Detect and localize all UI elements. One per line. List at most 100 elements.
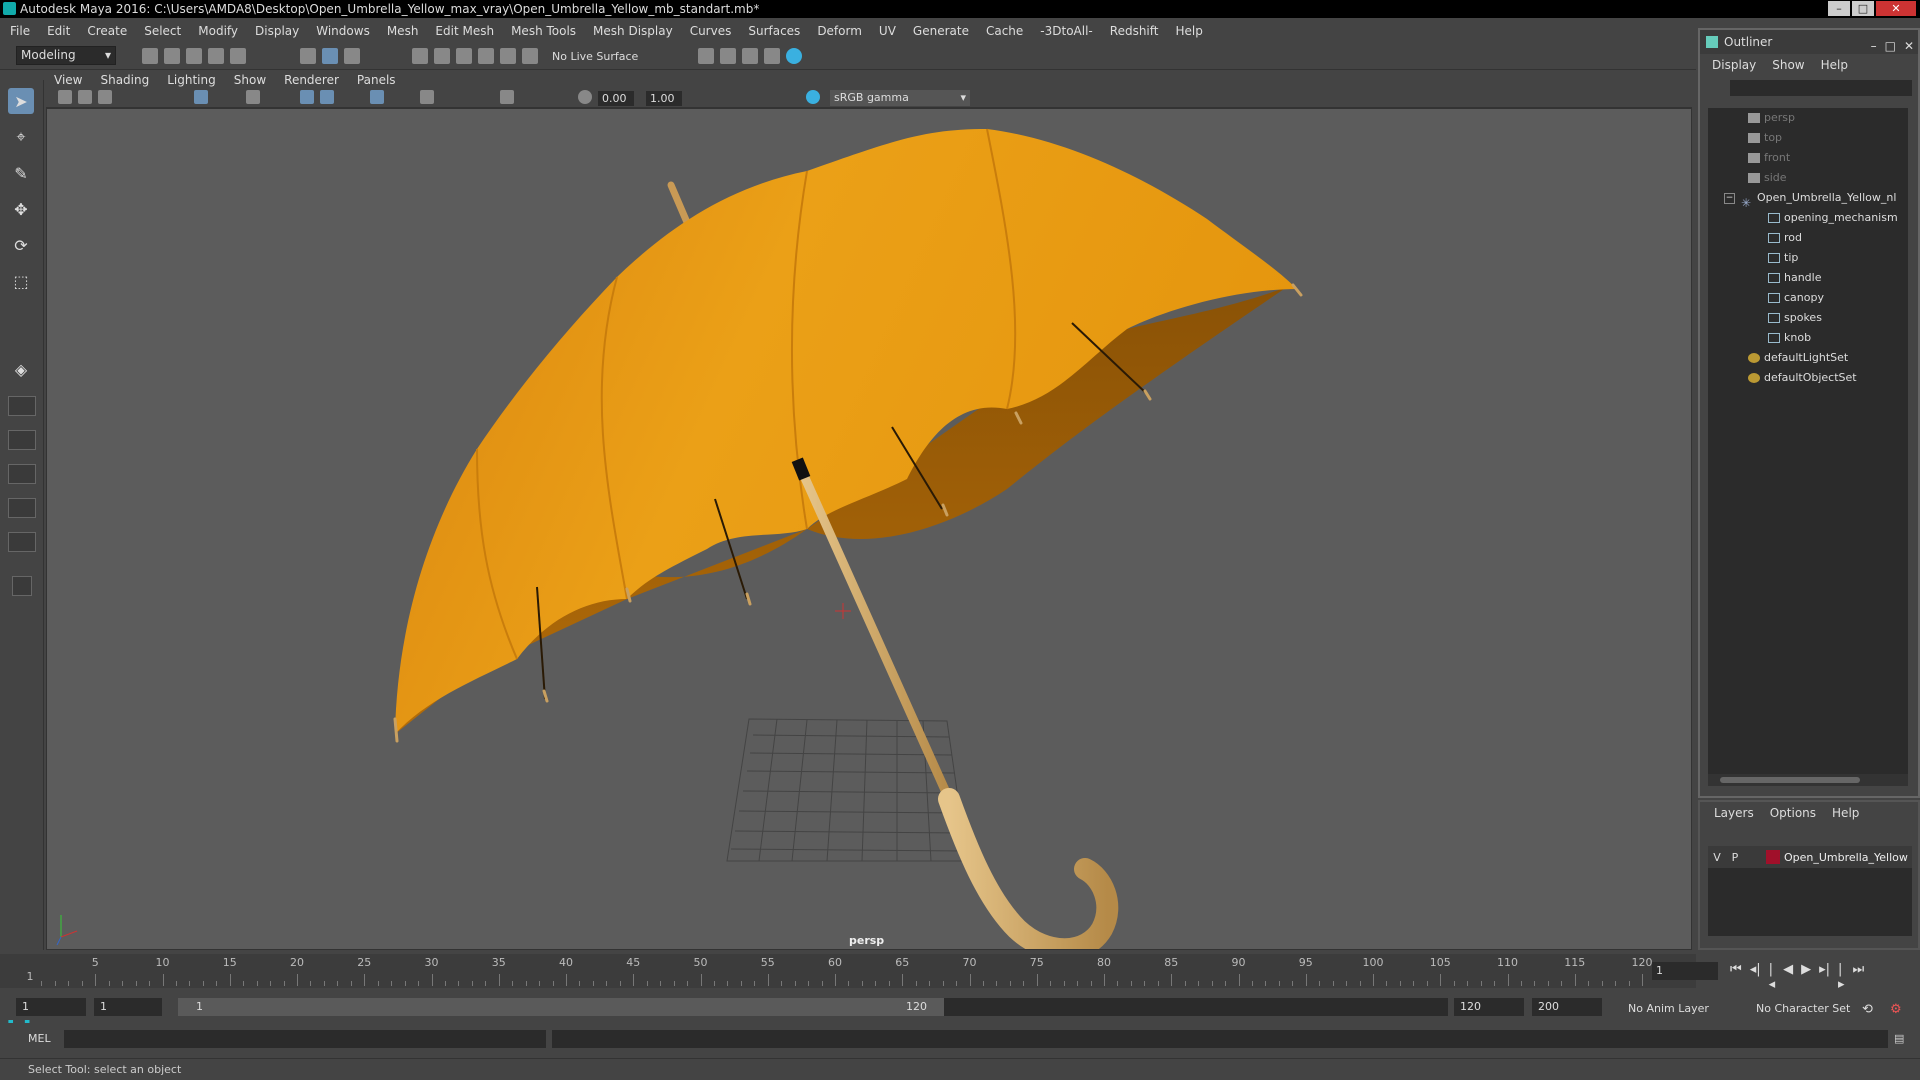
camera-attr-icon[interactable] bbox=[78, 90, 92, 104]
open-scene-icon[interactable] bbox=[164, 48, 180, 64]
step-forward-frame-icon[interactable]: ▸| bbox=[1819, 962, 1830, 992]
scale-tool-icon[interactable]: ⬚ bbox=[8, 268, 34, 294]
menu-mesh-tools[interactable]: Mesh Tools bbox=[511, 24, 576, 38]
menu-redshift[interactable]: Redshift bbox=[1110, 24, 1159, 38]
exposure-icon[interactable] bbox=[578, 90, 592, 104]
camera-select-icon[interactable] bbox=[58, 90, 72, 104]
step-back-frame-icon[interactable]: |◂ bbox=[1769, 962, 1776, 992]
range-slider-handle[interactable] bbox=[178, 998, 944, 1016]
close-icon[interactable]: ✕ bbox=[1904, 34, 1914, 58]
menu-cache[interactable]: Cache bbox=[986, 24, 1023, 38]
panel-menu-show[interactable]: Show bbox=[234, 73, 266, 87]
hypershade-icon[interactable] bbox=[764, 48, 780, 64]
script-editor-icon[interactable]: ▤ bbox=[1894, 1032, 1904, 1045]
save-scene-icon[interactable] bbox=[186, 48, 202, 64]
gamma-field[interactable]: 1.00 bbox=[646, 91, 682, 106]
move-tool-icon[interactable]: ✥ bbox=[8, 196, 34, 222]
panel-menu-panels[interactable]: Panels bbox=[357, 73, 396, 87]
maximize-icon[interactable]: □ bbox=[1852, 1, 1874, 16]
time-ruler[interactable]: 1 5 10 15 20 25 30 35 40 45 50 55 60 65 70 75 80 85 90 95 10… bbox=[27, 954, 1653, 988]
snap-curve-icon[interactable] bbox=[434, 48, 450, 64]
preferences-icon[interactable]: ⚙ bbox=[1890, 1002, 1902, 1017]
layers-menu-options[interactable]: Options bbox=[1770, 806, 1816, 820]
menu-generate[interactable]: Generate bbox=[913, 24, 969, 38]
new-scene-icon[interactable] bbox=[142, 48, 158, 64]
menu-display[interactable]: Display bbox=[255, 24, 299, 38]
step-back-key-icon[interactable]: ◂| bbox=[1750, 962, 1761, 992]
snap-magnet-icon[interactable] bbox=[522, 48, 538, 64]
menu-windows[interactable]: Windows bbox=[316, 24, 370, 38]
hypershade-layout-icon[interactable] bbox=[8, 532, 36, 552]
layer-visibility-toggle[interactable]: V bbox=[1708, 851, 1726, 864]
play-backward-icon[interactable]: ◀ bbox=[1783, 962, 1793, 992]
outliner-menu-show[interactable]: Show bbox=[1772, 58, 1804, 72]
xray-icon[interactable] bbox=[370, 90, 384, 104]
outliner-item-knob[interactable]: knob bbox=[1768, 328, 1920, 348]
playback-start-field[interactable]: 1 bbox=[94, 998, 162, 1016]
wireframe-icon[interactable] bbox=[300, 90, 314, 104]
close-icon[interactable]: ✕ bbox=[1876, 1, 1916, 16]
select-component-icon[interactable] bbox=[344, 48, 360, 64]
outliner-item-side[interactable]: side bbox=[1748, 168, 1920, 188]
resolution-gate-icon[interactable] bbox=[246, 90, 260, 104]
panel-menu-renderer[interactable]: Renderer bbox=[284, 73, 339, 87]
menu-help[interactable]: Help bbox=[1175, 24, 1202, 38]
menu-edit-mesh[interactable]: Edit Mesh bbox=[435, 24, 494, 38]
snap-point-icon[interactable] bbox=[456, 48, 472, 64]
outliner-horizontal-scrollbar[interactable] bbox=[1708, 774, 1908, 786]
minimize-icon[interactable]: – bbox=[1828, 1, 1850, 16]
layers-menu-layers[interactable]: Layers bbox=[1714, 806, 1754, 820]
outliner-menu-help[interactable]: Help bbox=[1821, 58, 1848, 72]
scrollbar-thumb[interactable] bbox=[1720, 777, 1860, 783]
outliner-item-front[interactable]: front bbox=[1748, 148, 1920, 168]
smooth-shade-icon[interactable] bbox=[320, 90, 334, 104]
outliner-item-persp[interactable]: persp bbox=[1748, 108, 1920, 128]
outliner-item-top[interactable]: top bbox=[1748, 128, 1920, 148]
menu-uv[interactable]: UV bbox=[879, 24, 896, 38]
outliner-item-umbrella-group[interactable]: − ✳ Open_Umbrella_Yellow_nl bbox=[1724, 188, 1920, 208]
lasso-tool-icon[interactable]: ⌖ bbox=[8, 124, 34, 150]
menu-create[interactable]: Create bbox=[87, 24, 127, 38]
playback-end-field[interactable]: 120 bbox=[1454, 998, 1524, 1016]
isolate-select-icon[interactable] bbox=[500, 90, 514, 104]
menu-file[interactable]: File bbox=[10, 24, 30, 38]
layer-playback-toggle[interactable]: P bbox=[1726, 851, 1744, 864]
select-object-icon[interactable] bbox=[322, 48, 338, 64]
outliner-item-spokes[interactable]: spokes bbox=[1768, 308, 1920, 328]
outliner-item-default-light-set[interactable]: defaultLightSet bbox=[1748, 348, 1920, 368]
maximize-icon[interactable]: □ bbox=[1885, 34, 1896, 58]
outliner-item-tip[interactable]: tip bbox=[1768, 248, 1920, 268]
layers-menu-help[interactable]: Help bbox=[1832, 806, 1859, 820]
play-forward-icon[interactable]: ▶ bbox=[1801, 962, 1811, 992]
menu-3dtoall[interactable]: -3DtoAll- bbox=[1040, 24, 1092, 38]
time-slider[interactable]: 1 5 10 15 20 25 30 35 40 45 50 55 60 65 70 75 80 85 90 95 10… bbox=[0, 954, 1864, 992]
range-slider[interactable]: 1 120 bbox=[178, 998, 1448, 1016]
auto-key-icon[interactable]: ⟲ bbox=[1862, 1002, 1873, 1017]
perspective-viewport[interactable]: persp bbox=[46, 108, 1692, 950]
layer-color-swatch[interactable] bbox=[1766, 850, 1780, 864]
persp-outliner-icon[interactable] bbox=[8, 464, 36, 484]
collapse-icon[interactable]: − bbox=[1724, 192, 1735, 204]
panel-menu-view[interactable]: View bbox=[54, 73, 82, 87]
outliner-menu-display[interactable]: Display bbox=[1712, 58, 1756, 72]
layer-row[interactable]: V P Open_Umbrella_Yellow bbox=[1708, 846, 1912, 868]
snap-view-icon[interactable] bbox=[478, 48, 494, 64]
menu-mesh-display[interactable]: Mesh Display bbox=[593, 24, 673, 38]
ipr-render-icon[interactable] bbox=[720, 48, 736, 64]
menu-curves[interactable]: Curves bbox=[690, 24, 732, 38]
outliner-item-default-object-set[interactable]: defaultObjectSet bbox=[1748, 368, 1920, 388]
select-hierarchy-icon[interactable] bbox=[300, 48, 316, 64]
anim-layer-selector[interactable]: No Anim Layer bbox=[1628, 1002, 1709, 1015]
redo-icon[interactable] bbox=[230, 48, 246, 64]
four-view-icon[interactable] bbox=[8, 396, 36, 416]
animation-end-field[interactable]: 200 bbox=[1532, 998, 1602, 1016]
snap-surface-icon[interactable] bbox=[500, 48, 516, 64]
minimize-icon[interactable]: – bbox=[1871, 34, 1877, 58]
menu-edit[interactable]: Edit bbox=[47, 24, 70, 38]
outliner-item-canopy[interactable]: canopy bbox=[1768, 288, 1920, 308]
persp-graph-icon[interactable] bbox=[8, 498, 36, 518]
menu-deform[interactable]: Deform bbox=[817, 24, 862, 38]
menu-select[interactable]: Select bbox=[144, 24, 181, 38]
paint-select-icon[interactable]: ✎ bbox=[8, 160, 34, 186]
render-settings-icon[interactable] bbox=[742, 48, 758, 64]
